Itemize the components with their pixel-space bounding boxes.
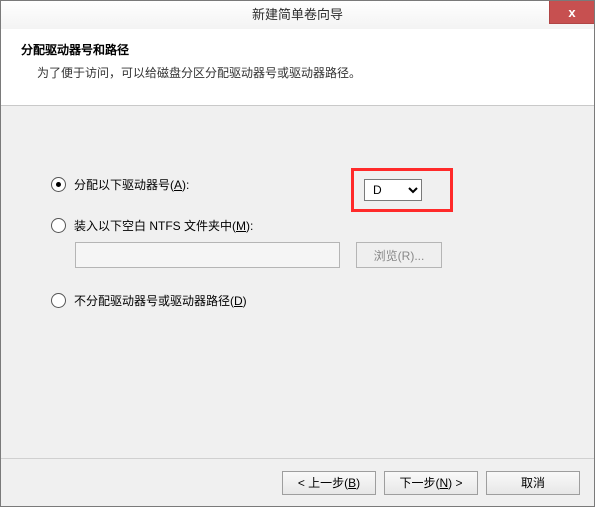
option-mount-folder[interactable]: 装入以下空白 NTFS 文件夹中(M): — [51, 217, 564, 234]
option-no-assign-label: 不分配驱动器号或驱动器路径(D) — [74, 292, 247, 309]
back-button[interactable]: < 上一步(B) — [282, 471, 376, 495]
page-heading: 分配驱动器号和路径 — [21, 41, 574, 58]
close-button[interactable]: x — [549, 1, 594, 24]
radio-mount-folder[interactable] — [51, 218, 66, 233]
wizard-header: 分配驱动器号和路径 为了便于访问，可以给磁盘分区分配驱动器号或驱动器路径。 — [1, 29, 594, 106]
page-subheading: 为了便于访问，可以给磁盘分区分配驱动器号或驱动器路径。 — [21, 64, 574, 81]
mount-folder-controls: 浏览(R)... — [75, 242, 564, 268]
titlebar: 新建简单卷向导 x — [1, 1, 594, 30]
browse-button: 浏览(R)... — [356, 242, 442, 268]
option-mount-folder-label: 装入以下空白 NTFS 文件夹中(M): — [74, 217, 253, 234]
option-no-assign[interactable]: 不分配驱动器号或驱动器路径(D) — [51, 292, 564, 309]
mount-folder-input — [75, 242, 340, 268]
radio-dot-icon — [56, 182, 61, 187]
close-icon: x — [568, 5, 575, 20]
radio-no-assign[interactable] — [51, 293, 66, 308]
content-area: 分配驱动器号和路径 为了便于访问，可以给磁盘分区分配驱动器号或驱动器路径。 D … — [1, 29, 594, 458]
option-assign-letter[interactable]: 分配以下驱动器号(A): — [51, 176, 564, 193]
radio-assign-letter[interactable] — [51, 177, 66, 192]
drive-letter-select[interactable]: D — [364, 179, 422, 201]
next-button[interactable]: 下一步(N) > — [384, 471, 478, 495]
option-assign-letter-label: 分配以下驱动器号(A): — [74, 176, 189, 193]
window-title: 新建简单卷向导 — [1, 1, 594, 29]
drive-letter-area: D — [351, 168, 453, 212]
wizard-footer: < 上一步(B) 下一步(N) > 取消 — [1, 458, 594, 506]
cancel-button[interactable]: 取消 — [486, 471, 580, 495]
wizard-body: D 分配以下驱动器号(A): 装入以下空白 NTFS 文件夹中(M): — [1, 106, 594, 309]
highlight-box: D — [351, 168, 453, 212]
wizard-window: 新建简单卷向导 x 分配驱动器号和路径 为了便于访问，可以给磁盘分区分配驱动器号… — [0, 0, 595, 507]
